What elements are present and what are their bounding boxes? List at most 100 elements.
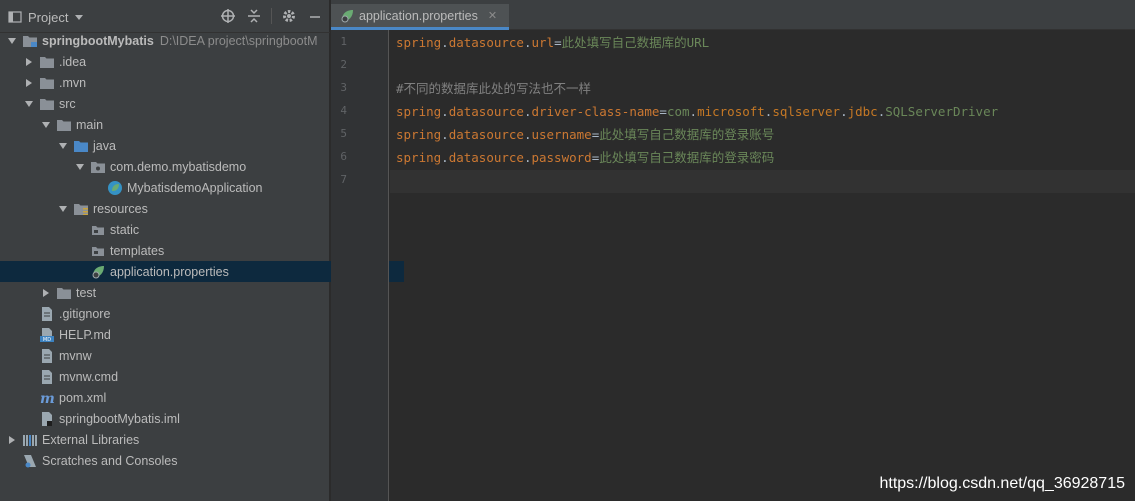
code-token: . bbox=[441, 35, 449, 50]
folder-icon bbox=[56, 117, 72, 133]
expand-right-arrow-icon[interactable] bbox=[23, 56, 35, 68]
editor-tab-bar: application.properties ✕ bbox=[331, 0, 1135, 30]
code-token: sqlserver bbox=[772, 104, 841, 119]
code-editor[interactable]: spring.datasource.url=此处填写自己数据库的URL #不同的数… bbox=[390, 30, 1135, 501]
code-token: driver-class-name bbox=[531, 104, 660, 119]
expand-down-arrow-icon[interactable] bbox=[74, 161, 86, 173]
expand-right-arrow-icon[interactable] bbox=[6, 434, 18, 446]
file-icon bbox=[39, 348, 55, 364]
code-token: spring bbox=[396, 127, 442, 142]
spring-properties-icon bbox=[341, 9, 353, 22]
tree-item-mvnw-cmd[interactable]: mvnw.cmd bbox=[0, 366, 353, 387]
project-view-selector[interactable]: Project bbox=[8, 8, 84, 26]
tree-item-springbootmybatis[interactable]: springbootMybatis D:\IDEA project\springb… bbox=[0, 30, 336, 51]
expand-right-arrow-icon[interactable] bbox=[23, 77, 35, 89]
expand-down-arrow-icon[interactable] bbox=[23, 98, 35, 110]
folder-icon bbox=[90, 222, 106, 238]
tab-application-properties[interactable]: application.properties ✕ bbox=[331, 4, 509, 30]
tree-item-pom-xml[interactable]: m pom.xml bbox=[0, 387, 353, 408]
tree-item-java[interactable]: java bbox=[0, 135, 387, 156]
line-number: 4 bbox=[340, 104, 347, 117]
expand-right-arrow-icon[interactable] bbox=[40, 287, 52, 299]
line-number: 5 bbox=[340, 127, 347, 140]
file-icon bbox=[39, 306, 55, 322]
svg-text:MD: MD bbox=[43, 337, 51, 343]
code-token: url bbox=[531, 35, 555, 50]
collapse-icon[interactable] bbox=[245, 7, 263, 25]
spring-class-icon bbox=[107, 180, 123, 196]
source-folder-icon bbox=[73, 138, 89, 154]
tree-item-label: HELP.md bbox=[59, 327, 111, 342]
svg-text:m: m bbox=[40, 391, 55, 406]
project-icon bbox=[8, 11, 22, 23]
code-token: password bbox=[531, 150, 592, 165]
module-folder-icon bbox=[22, 33, 38, 49]
project-toolbar: Project bbox=[0, 0, 330, 33]
markdown-file-icon: MD bbox=[39, 327, 55, 343]
code-token: 此处填写自己数据库的登录密码 bbox=[599, 150, 775, 165]
tree-item-main[interactable]: main bbox=[0, 114, 370, 135]
tree-item-label: .mvn bbox=[59, 75, 87, 90]
tree-item-label: mvnw bbox=[59, 348, 92, 363]
tree-item-springbootmybatis-iml[interactable]: springbootMybatis.iml bbox=[0, 408, 353, 429]
tree-item-label: Scratches and Consoles bbox=[42, 453, 178, 468]
line-number: 6 bbox=[340, 150, 347, 163]
tree-item-label: .gitignore bbox=[59, 306, 111, 321]
gear-icon[interactable] bbox=[280, 7, 298, 25]
folder-icon bbox=[39, 96, 55, 112]
tree-item-help-md[interactable]: MD HELP.md bbox=[0, 324, 353, 345]
line-number: 7 bbox=[340, 173, 347, 186]
toolbar-separator bbox=[271, 8, 272, 24]
tree-item-test[interactable]: test bbox=[0, 282, 370, 303]
line-number: 3 bbox=[340, 81, 347, 94]
expand-down-arrow-icon[interactable] bbox=[57, 140, 69, 152]
locate-icon[interactable] bbox=[219, 7, 237, 25]
tree-item-external-libraries[interactable]: External Libraries bbox=[0, 429, 336, 450]
watermark: https://blog.csdn.net/qq_36928715 bbox=[879, 475, 1125, 492]
tree-item-label: MybatisdemoApplication bbox=[127, 180, 263, 195]
code-line: spring.datasource.username=此处填写自己数据库的登录账… bbox=[396, 125, 774, 145]
tab-label: application.properties bbox=[359, 8, 478, 23]
code-token: datasource bbox=[448, 35, 524, 50]
close-icon[interactable]: ✕ bbox=[488, 9, 497, 22]
tree-item-label: .idea bbox=[59, 54, 87, 69]
code-line: spring.datasource.password=此处填写自己数据库的登录密… bbox=[396, 148, 774, 168]
tree-item-scratches-and-consoles[interactable]: Scratches and Consoles bbox=[0, 450, 336, 471]
tree-item-path: D:\IDEA project\springbootM bbox=[159, 33, 318, 48]
caret-line-highlight bbox=[390, 170, 1135, 193]
expand-down-arrow-icon[interactable] bbox=[40, 119, 52, 131]
code-line: spring.datasource.driver-class-name=com.… bbox=[396, 102, 998, 122]
tree-item-label: External Libraries bbox=[42, 432, 140, 447]
code-token: . bbox=[441, 104, 449, 119]
code-token: = bbox=[659, 104, 667, 119]
tree-item-label: test bbox=[76, 285, 97, 300]
code-token: 此处填写自己数据库的URL bbox=[561, 35, 710, 50]
tree-item-gitignore[interactable]: .gitignore bbox=[0, 303, 353, 324]
hide-icon[interactable] bbox=[306, 7, 324, 25]
code-token: datasource bbox=[448, 104, 524, 119]
expand-down-arrow-icon[interactable] bbox=[6, 35, 18, 47]
folder-icon bbox=[56, 285, 72, 301]
tree-item-label: application.properties bbox=[110, 264, 229, 279]
tree-item-resources[interactable]: resources bbox=[0, 198, 387, 219]
tree-item-idea[interactable]: .idea bbox=[0, 51, 353, 72]
code-line: spring.datasource.url=此处填写自己数据库的URL bbox=[396, 33, 709, 53]
tree-item-mvn[interactable]: .mvn bbox=[0, 72, 353, 93]
libraries-icon bbox=[22, 432, 38, 448]
code-token: SQLServerDriver bbox=[885, 104, 999, 119]
iml-file-icon bbox=[39, 411, 55, 427]
tree-item-mvnw[interactable]: mvnw bbox=[0, 345, 353, 366]
tree-item-label: main bbox=[76, 117, 104, 132]
chevron-down-icon bbox=[75, 15, 84, 20]
tree-item-label: springbootMybatis bbox=[42, 33, 154, 48]
folder-icon bbox=[39, 75, 55, 91]
expand-down-arrow-icon[interactable] bbox=[57, 203, 69, 215]
tree-item-src[interactable]: src bbox=[0, 93, 353, 114]
